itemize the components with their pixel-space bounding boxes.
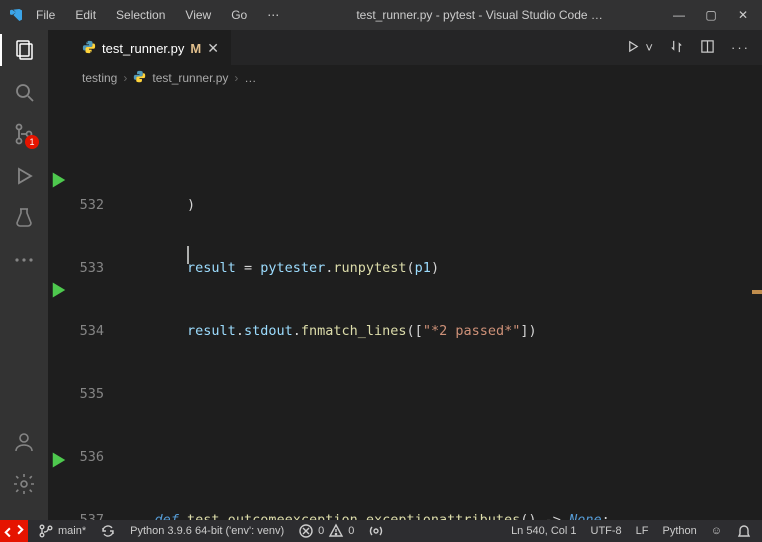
vscode-logo-icon [8, 7, 24, 23]
window-title: test_runner.py - pytest - Visual Studio … [291, 8, 668, 22]
sync-button[interactable] [100, 523, 116, 539]
run-dropdown-icon[interactable]: ˅ [645, 40, 653, 55]
breadcrumb-file[interactable]: test_runner.py [152, 71, 228, 85]
diff-icon[interactable] [669, 39, 684, 57]
close-window-button[interactable]: ✕ [736, 8, 750, 22]
source-control-icon[interactable]: 1 [12, 122, 36, 146]
minimize-button[interactable]: — [672, 8, 686, 22]
live-share[interactable] [368, 523, 384, 539]
settings-gear-icon[interactable] [12, 472, 36, 496]
menu-edit[interactable]: Edit [67, 4, 104, 26]
menu-more[interactable]: ⋯ [259, 4, 287, 26]
line-number: 534 [70, 321, 122, 342]
run-gutter [48, 30, 70, 520]
menu-go[interactable]: Go [223, 4, 255, 26]
window-controls: — ▢ ✕ [672, 8, 754, 22]
line-number: 536 [70, 447, 122, 468]
titlebar: File Edit Selection View Go ⋯ test_runne… [0, 0, 762, 30]
tab-bar: test_runner.py M ✕ ˅ ··· [70, 30, 762, 66]
main-area: 1 [0, 30, 762, 520]
encoding[interactable]: UTF-8 [591, 525, 622, 537]
warning-icon [328, 523, 344, 539]
line-number: 532 [70, 195, 122, 216]
git-branch[interactable]: main* [38, 523, 86, 539]
error-count: 0 [318, 525, 324, 537]
line-number: 533 [70, 258, 122, 279]
testing-icon[interactable] [12, 206, 36, 230]
explorer-icon[interactable] [12, 38, 36, 62]
run-test-glyph[interactable] [49, 450, 69, 470]
tab-modified-marker: M [190, 41, 201, 56]
minimap[interactable] [752, 90, 762, 520]
feedback-icon[interactable]: ☺ [711, 525, 722, 537]
eol[interactable]: LF [636, 525, 649, 537]
cursor-position[interactable]: Ln 540, Col 1 [511, 525, 576, 537]
status-bar: main* Python 3.9.6 64-bit ('env': venv) … [0, 520, 762, 542]
line-number: 537 [70, 510, 122, 520]
breadcrumb-folder[interactable]: testing [82, 71, 117, 85]
error-icon [298, 523, 314, 539]
run-test-glyph[interactable] [49, 280, 69, 300]
tab-filename: test_runner.py [102, 41, 184, 56]
run-file-button[interactable] [626, 39, 641, 57]
branch-icon [38, 523, 54, 539]
split-editor-icon[interactable] [700, 39, 715, 57]
editor-actions: ˅ ··· [626, 30, 762, 65]
breadcrumb[interactable]: testing › test_runner.py › … [70, 66, 762, 90]
minimap-marker [752, 290, 762, 294]
more-icon[interactable] [12, 248, 36, 272]
breadcrumb-more[interactable]: … [244, 71, 256, 85]
run-debug-icon[interactable] [12, 164, 36, 188]
language-mode[interactable]: Python [663, 525, 697, 537]
problems[interactable]: 0 0 [298, 523, 354, 539]
breadcrumb-sep-icon: › [123, 71, 127, 85]
accounts-icon[interactable] [12, 430, 36, 454]
maximize-button[interactable]: ▢ [704, 8, 718, 22]
sync-icon [100, 523, 116, 539]
branch-label: main* [58, 525, 86, 537]
text-cursor [187, 246, 189, 264]
code-editor[interactable]: 532 ) 533 result = pytester.runpytest(p1… [70, 90, 762, 520]
menu-selection[interactable]: Selection [108, 4, 173, 26]
search-icon[interactable] [12, 80, 36, 104]
broadcast-icon [368, 523, 384, 539]
run-test-glyph[interactable] [49, 170, 69, 190]
activity-bar: 1 [0, 30, 48, 520]
line-number: 535 [70, 384, 122, 405]
notifications-icon[interactable] [736, 523, 752, 539]
menu-file[interactable]: File [28, 4, 63, 26]
scm-badge: 1 [25, 135, 39, 149]
tab-close-button[interactable]: ✕ [207, 40, 219, 57]
editor-tab[interactable]: test_runner.py M ✕ [70, 30, 231, 65]
python-file-icon [133, 70, 146, 86]
python-file-icon [82, 40, 96, 57]
breadcrumb-sep-icon: › [234, 71, 238, 85]
interpreter[interactable]: Python 3.9.6 64-bit ('env': venv) [130, 525, 284, 537]
editor-area: test_runner.py M ✕ ˅ ··· testing [70, 30, 762, 520]
more-actions-icon[interactable]: ··· [731, 40, 750, 55]
remote-indicator[interactable] [0, 520, 28, 542]
warning-count: 0 [348, 525, 354, 537]
menu-view[interactable]: View [177, 4, 219, 26]
